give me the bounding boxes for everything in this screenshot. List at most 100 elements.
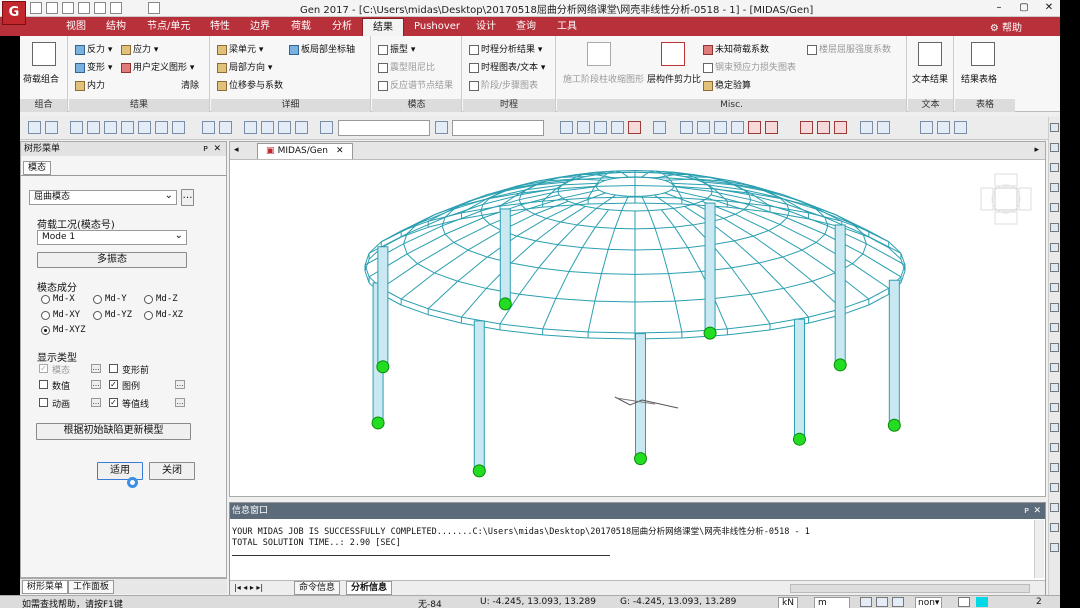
side-tool-icon[interactable] [1050,143,1059,152]
display-option-icon[interactable] [765,121,778,134]
side-tool-icon[interactable] [1050,543,1059,552]
side-tool-icon[interactable] [1050,163,1059,172]
reaction-button[interactable]: 反力 ▾ [75,42,112,55]
display-icon[interactable] [748,121,761,134]
side-tool-icon[interactable] [1050,423,1059,432]
pan-icon[interactable] [104,121,117,134]
model-view-window[interactable]: ◂ ▣ MIDAS/Gen ✕ ▸ [229,141,1046,497]
mode-type-more-button[interactable]: … [181,189,194,206]
internal-force-button[interactable]: 内力 [75,78,105,91]
table-icon[interactable] [653,121,666,134]
tab-results[interactable]: 结果 [362,18,404,36]
help-query-icon[interactable] [958,597,970,607]
tab-analysis-message[interactable]: 分析信息 [346,581,393,595]
unit-force-select[interactable]: kN [778,597,798,608]
multi-mode-button[interactable]: 多振态 [37,252,187,268]
print-icon[interactable] [78,2,90,14]
play-icon[interactable] [892,597,904,607]
modal-damping-button[interactable]: 震型阻尼比 [378,60,435,73]
tab-analysis[interactable]: 分析 [322,18,362,36]
tab-boundary[interactable]: 边界 [240,18,280,36]
side-tool-icon[interactable] [1050,243,1059,252]
side-tool-icon[interactable] [1050,363,1059,372]
close-panel-icon[interactable]: ✕ [213,142,221,156]
spectrum-node-result-button[interactable]: 反应谱节点结果 [378,78,453,91]
snap-icon[interactable] [860,597,872,607]
side-tool-icon[interactable] [1050,323,1059,332]
view-tab-midas-gen[interactable]: ▣ MIDAS/Gen ✕ [257,143,353,159]
hidden-line-icon[interactable] [680,121,693,134]
column-shortening-button[interactable]: 施工阶段柱收缩图形 [563,72,644,85]
save-icon[interactable] [62,2,74,14]
side-tool-icon[interactable] [1050,383,1059,392]
side-tool-icon[interactable] [1050,503,1059,512]
tab-design[interactable]: 设计 [466,18,506,36]
stability-check-button[interactable]: 稳定验算 [703,78,751,91]
displacement-participation-button[interactable]: 位移参与系数 [217,78,283,91]
story-yield-strength-button[interactable]: 楼层屈服强度系数 [807,42,891,55]
copy-icon[interactable] [611,121,624,134]
pointer-icon[interactable] [320,121,333,134]
close-view-tab-icon[interactable]: ✕ [336,146,344,156]
open-file-icon[interactable] [46,2,58,14]
activate-icon[interactable] [202,121,215,134]
option-contour-detail-button[interactable]: … [175,398,185,407]
unknown-load-factor-button[interactable]: 未知荷载系数 [703,42,769,55]
side-tool-icon[interactable] [1050,483,1059,492]
inactivate-icon[interactable] [219,121,232,134]
mode-type-select[interactable]: 屈曲模态 [29,189,177,205]
mode-shape-button[interactable]: 振型 ▾ [378,42,415,55]
tab-tools[interactable]: 工具 [547,18,587,36]
message-close-icon[interactable]: ✕ [1033,503,1041,519]
tab-pushover[interactable]: Pushover [404,18,470,36]
plane-select-icon[interactable] [278,121,291,134]
option-values-detail-button[interactable]: … [91,380,101,389]
side-tool-icon[interactable] [1050,263,1059,272]
mirror-icon[interactable] [577,121,590,134]
group-combo[interactable] [452,120,544,136]
unit-system-select[interactable]: non▾ [915,597,943,608]
view-scroll-right-icon[interactable]: ▸ [1034,145,1039,155]
time-history-result-button[interactable]: 时程分析结果 ▾ [469,42,542,55]
stress-button[interactable]: 应力 ▾ [121,42,158,55]
select-window-icon[interactable] [45,121,58,134]
view-iso-icon[interactable] [172,121,185,134]
apply-button[interactable]: 适用 [97,462,143,480]
tab-node-element[interactable]: 节点/单元 [137,18,200,36]
pin-icon[interactable]: ᴘ [203,142,208,156]
tab-load[interactable]: 荷载 [281,18,321,36]
selection-combo[interactable] [338,120,430,136]
shrink-icon[interactable] [697,121,710,134]
undo-tool-icon[interactable] [860,121,873,134]
message-horizontal-scrollbar[interactable] [790,584,1030,593]
time-history-graph-button[interactable]: 时程图表/文本 ▾ [469,60,545,73]
load-case-select[interactable]: Mode 1 [37,229,187,245]
side-tool-icon[interactable] [1050,403,1059,412]
perspective-icon[interactable] [714,121,727,134]
paste-view-icon[interactable] [937,121,950,134]
close-window-icon[interactable]: ✕ [1040,1,1058,15]
option-legend-detail-button[interactable]: … [175,380,185,389]
side-tool-icon[interactable] [1050,203,1059,212]
tendon-loss-button[interactable]: 钢束预应力损失图表 [703,60,796,73]
tab-structure[interactable]: 结构 [96,18,136,36]
render-icon[interactable] [731,121,744,134]
minimize-icon[interactable]: – [990,1,1008,15]
clear-button[interactable]: 清除 [181,78,199,91]
unselect-icon[interactable] [560,121,573,134]
side-tool-icon[interactable] [1050,123,1059,132]
node-number-icon[interactable] [800,121,813,134]
select-icon[interactable] [28,121,41,134]
beam-element-button[interactable]: 梁单元 ▾ [217,42,263,55]
tab-tree-menu[interactable]: 树形菜单 [22,580,69,594]
grid-icon[interactable] [876,597,888,607]
tab-view[interactable]: 视图 [56,18,96,36]
local-direction-button[interactable]: 局部方向 ▾ [217,60,272,73]
message-pin-icon[interactable]: ᴘ [1024,503,1029,519]
tab-properties[interactable]: 特性 [200,18,240,36]
tab-work-panel[interactable]: 工作面板 [68,580,115,594]
side-tool-icon[interactable] [1050,343,1059,352]
text-result-button[interactable]: 文本结果 [912,72,948,85]
cursor-icon[interactable] [435,121,448,134]
side-tool-icon[interactable] [1050,523,1059,532]
